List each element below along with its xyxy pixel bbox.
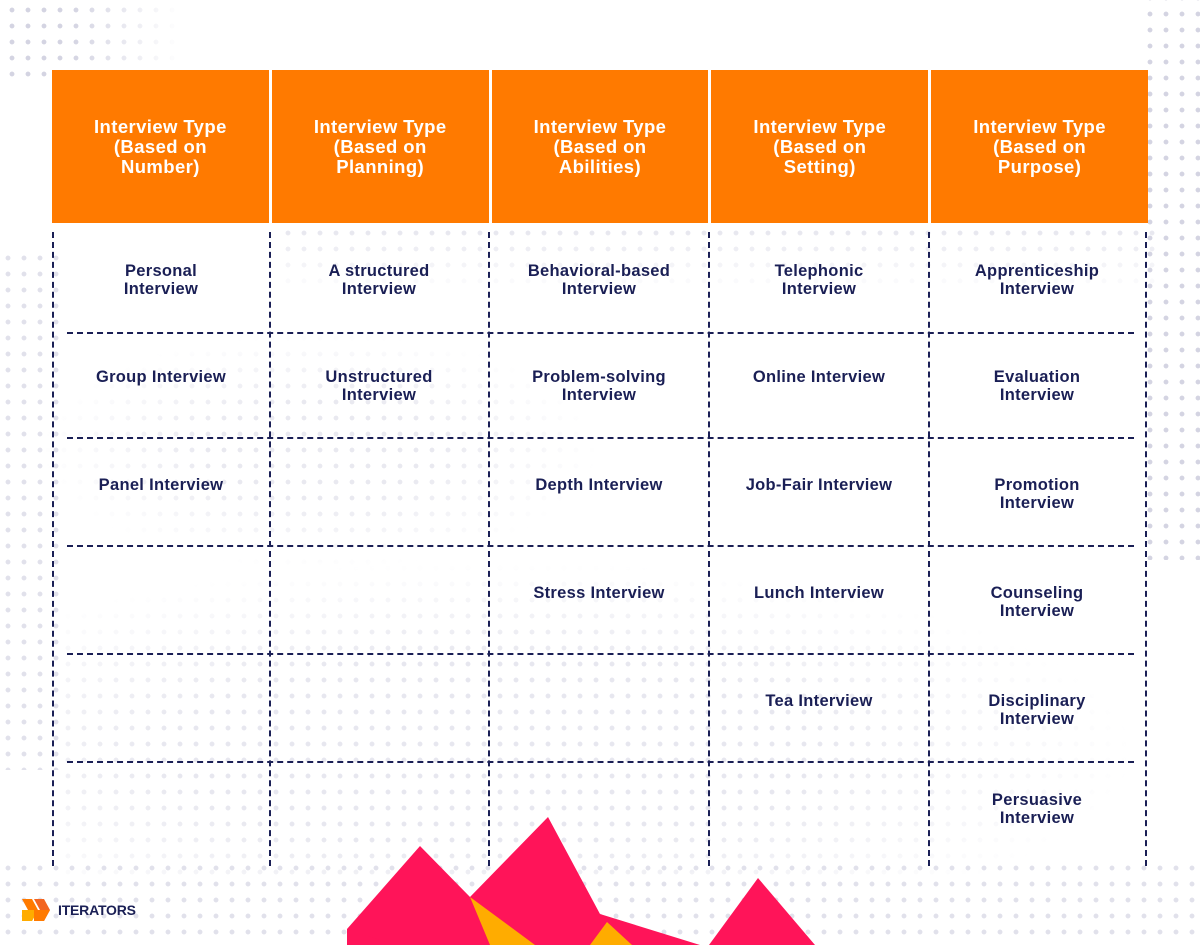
table-cell: Tea Interview [765, 692, 873, 710]
column-header-abilities: Interview Type (Based on Abilities) [491, 70, 709, 223]
table-cell [270, 692, 488, 800]
table-cell [52, 791, 270, 899]
column-header-setting: Interview Type (Based on Setting) [711, 70, 929, 223]
table-cell: Lunch Interview [753, 584, 885, 602]
table-cell: Personal Interview [123, 262, 199, 298]
table-cell [270, 476, 488, 584]
table-cell: Group Interview [95, 368, 227, 386]
table-cell: Problem-solving Interview [532, 368, 666, 404]
table-cell: Depth Interview [535, 476, 663, 494]
table-cell [52, 584, 270, 692]
table-cell: Panel Interview [98, 476, 224, 494]
table-cell: A structured Interview [328, 262, 430, 298]
table-cell: Behavioral-based Interview [527, 262, 671, 298]
iterators-logo: ITERATORS [22, 898, 136, 922]
table-cell [52, 692, 270, 800]
table-cell [710, 791, 928, 899]
logo-text: ITERATORS [58, 902, 136, 918]
table-cell: Counseling Interview [990, 584, 1084, 620]
table-cell [270, 584, 488, 692]
column-header-planning: Interview Type (Based on Planning) [271, 70, 489, 223]
table-cell: Job-Fair Interview [745, 476, 893, 494]
chevron-arrows-logo-icon [22, 899, 50, 921]
column-header-purpose: Interview Type (Based on Purpose) [931, 70, 1148, 223]
table-cell: Apprenticeship Interview [974, 262, 1100, 298]
table-cell: Unstructured Interview [325, 368, 433, 404]
table-cell [270, 791, 488, 899]
table-cell: Stress Interview [533, 584, 665, 602]
column-header-number: Interview Type (Based on Number) [52, 70, 269, 223]
table-cell [490, 791, 708, 899]
table-cell [490, 692, 708, 800]
table-cell: Telephonic Interview [774, 262, 864, 298]
table-cell: Promotion Interview [994, 476, 1080, 512]
table-cell: Disciplinary Interview [988, 692, 1086, 728]
table-cell: Online Interview [752, 368, 886, 386]
table-cell: Persuasive Interview [991, 791, 1083, 827]
table-header-row: Interview Type (Based on Number) Intervi… [52, 70, 1148, 223]
table-cell: Evaluation Interview [993, 368, 1081, 404]
